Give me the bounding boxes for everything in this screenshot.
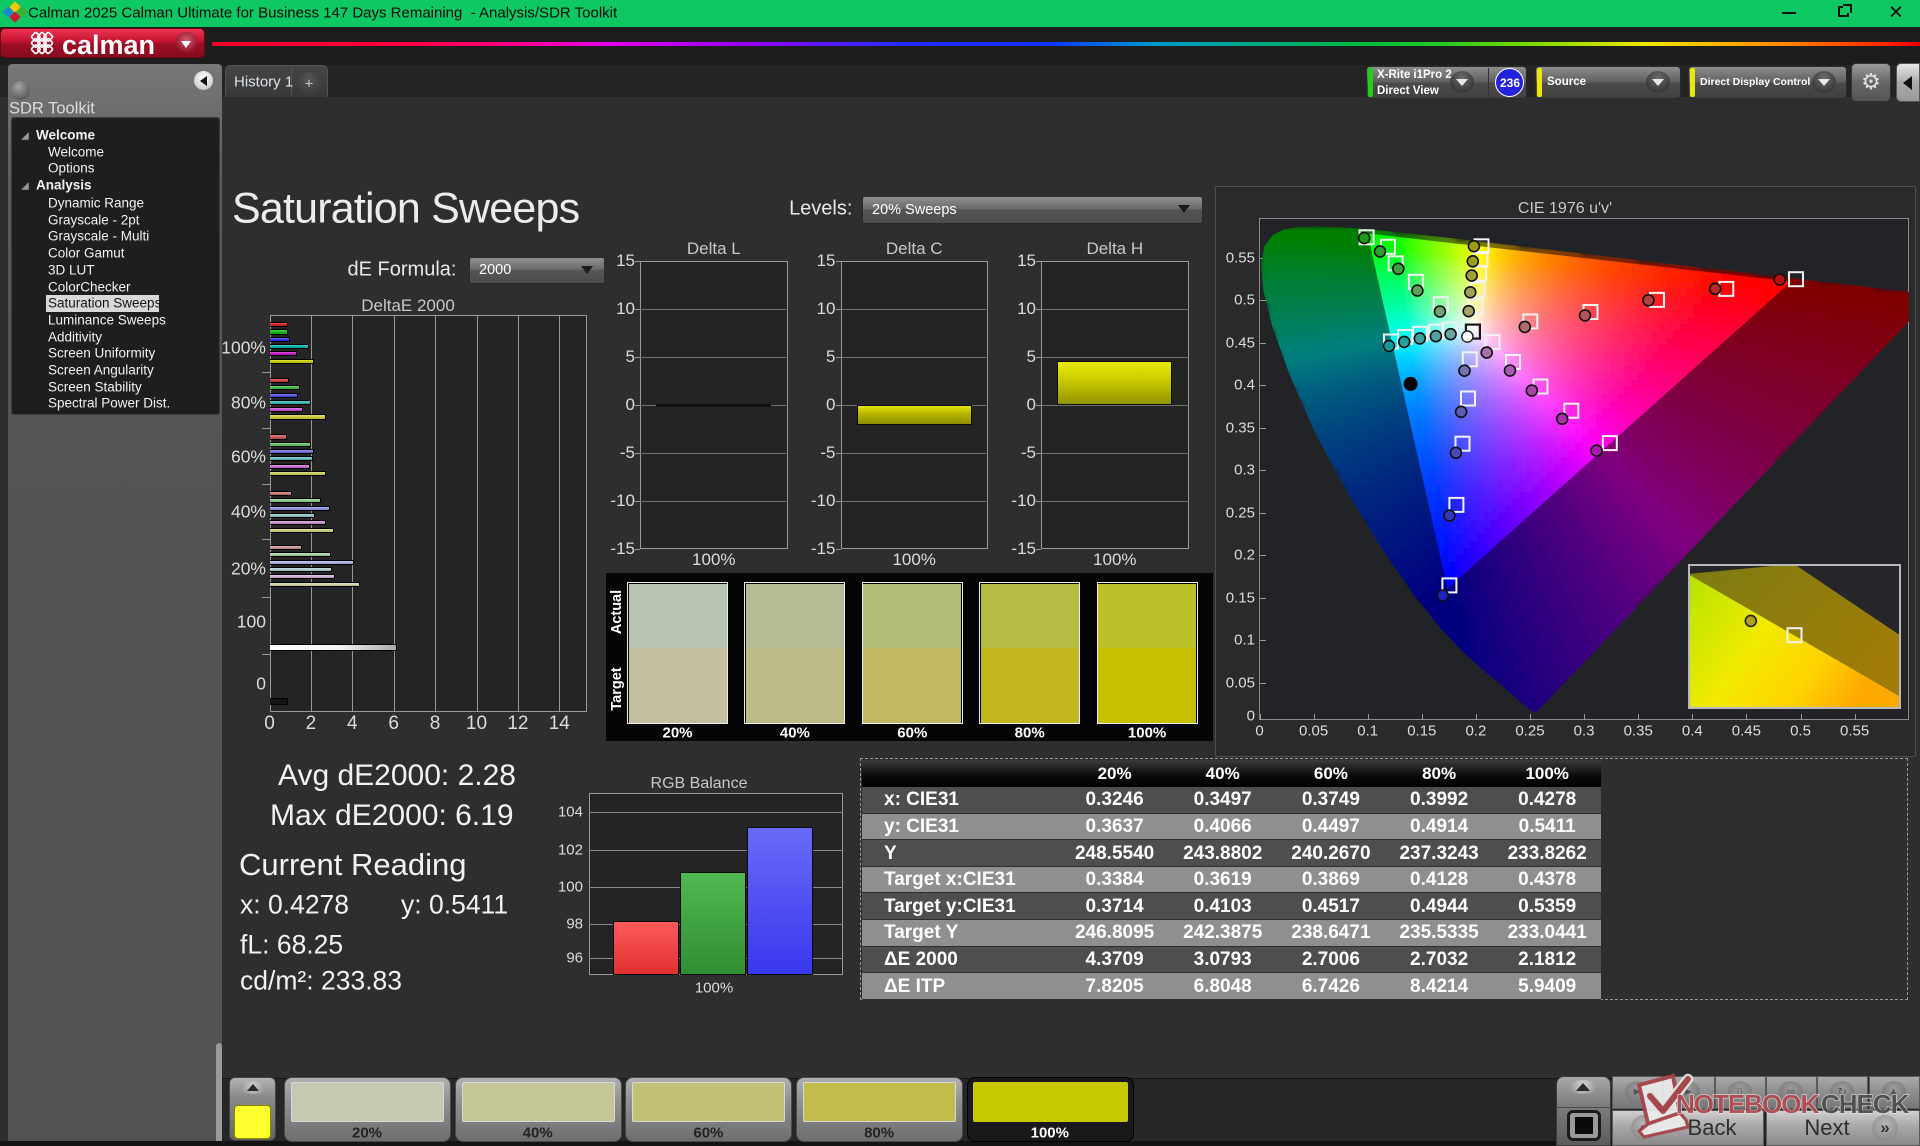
svg-text:NOTEBOOK: NOTEBOOK (1676, 1089, 1819, 1119)
svg-text:CHECK: CHECK (1821, 1089, 1910, 1119)
